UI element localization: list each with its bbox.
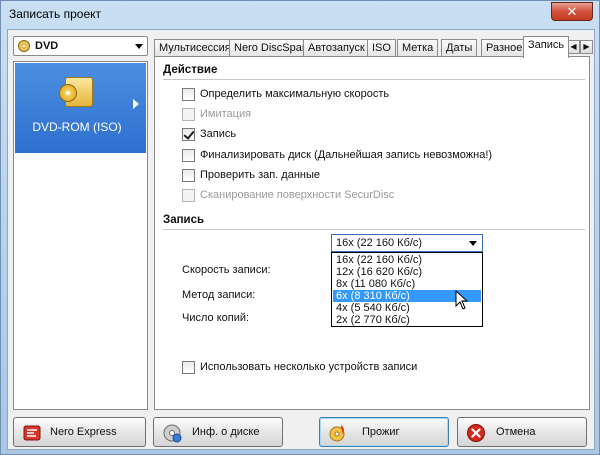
tab-dates[interactable]: Даты: [441, 39, 478, 57]
tab-burn[interactable]: Запись: [523, 36, 570, 58]
speed-option[interactable]: 8x (11 080 Кб/с): [333, 278, 481, 290]
chevron-down-icon: [135, 44, 143, 49]
checkbox[interactable]: [182, 169, 195, 182]
cancel-button[interactable]: Отмена: [457, 417, 587, 447]
option-label: Финализировать диск (Дальнейшая запись н…: [200, 149, 493, 161]
write-speed-select[interactable]: 16x (22 160 Кб/с): [331, 234, 483, 252]
dialog-client-area: DVD DVD-ROM (ISO) Мультисессия Nero Disc…: [7, 29, 595, 450]
checkbox[interactable]: [182, 88, 195, 101]
option-label: Сканирование поверхности SecurDisc: [200, 189, 395, 201]
recorder-list[interactable]: DVD-ROM (ISO): [13, 61, 148, 410]
burn-label: Прожиг: [362, 426, 400, 438]
write-section-title: Запись: [163, 214, 205, 226]
write-speed-label: Скорость записи:: [182, 264, 271, 276]
write-speed-value: 16x (22 160 Кб/с): [336, 237, 423, 249]
speed-option[interactable]: 2x (2 770 Кб/с): [333, 314, 481, 326]
burn-button[interactable]: Прожиг: [319, 417, 449, 447]
tab-autorun[interactable]: Автозапуск: [303, 39, 370, 57]
recorder-label: DVD-ROM (ISO): [32, 120, 122, 134]
tab-misc[interactable]: Разное: [481, 39, 528, 57]
nero-express-label: Nero Express: [50, 426, 117, 438]
chevron-right-icon: [133, 99, 139, 109]
cancel-icon: [467, 424, 485, 442]
tab-multisession[interactable]: Мультисессия: [154, 39, 236, 57]
option-label: Определить максимальную скорость: [200, 88, 390, 100]
burn-tab-panel: Действие Определить максимальную скорост…: [154, 56, 590, 410]
option-label: Имитация: [200, 108, 252, 120]
option-label: Проверить зап. данные: [200, 169, 321, 181]
close-button[interactable]: ✕: [551, 2, 593, 21]
burn-project-dialog: Записать проект ✕ DVD DVD-ROM (ISO) Муль…: [0, 0, 600, 455]
image-recorder-icon: [59, 77, 93, 107]
disc-type-value: DVD: [35, 40, 59, 52]
tab-iso[interactable]: ISO: [367, 39, 396, 57]
window-title: Записать проект: [9, 7, 102, 21]
disc-info-label: Инф. о диске: [192, 426, 260, 438]
speed-option[interactable]: 12x (16 620 Кб/с): [333, 266, 481, 278]
checkbox[interactable]: [182, 149, 195, 162]
nero-express-button[interactable]: Nero Express: [13, 417, 146, 447]
section-divider: [163, 79, 585, 80]
option-label: Использовать несколько устройств записи: [200, 361, 418, 373]
disc-type-select[interactable]: DVD: [13, 36, 148, 56]
option-label: Запись: [200, 128, 237, 140]
checkbox-checked[interactable]: [182, 128, 195, 141]
cancel-label: Отмена: [496, 426, 536, 438]
write-method-label: Метод записи:: [182, 289, 256, 301]
nero-express-icon: [23, 425, 41, 441]
copies-label: Число копий:: [182, 312, 250, 324]
disc-info-button[interactable]: Инф. о диске: [153, 417, 283, 447]
action-section-title: Действие: [163, 64, 218, 76]
tab-label[interactable]: Метка: [397, 39, 439, 57]
disc-icon: [18, 40, 30, 52]
chevron-down-icon: [469, 241, 477, 246]
tab-nero-discspan[interactable]: Nero DiscSpan: [229, 39, 313, 57]
checkbox[interactable]: [182, 361, 195, 374]
checkbox: [182, 189, 195, 202]
tab-strip: Мультисессия Nero DiscSpan Автозапуск IS…: [154, 36, 594, 58]
mouse-cursor-icon: [455, 290, 469, 310]
disc-info-icon: [163, 424, 182, 443]
title-bar[interactable]: Записать проект ✕: [1, 1, 599, 29]
checkbox: [182, 108, 195, 121]
tab-scroll-right-button[interactable]: ▶: [580, 40, 593, 54]
speed-option[interactable]: 16x (22 160 Кб/с): [333, 254, 481, 266]
recorder-item-dvd-rom[interactable]: DVD-ROM (ISO): [15, 63, 146, 153]
burn-icon: [329, 425, 345, 442]
section-divider: [163, 229, 585, 230]
